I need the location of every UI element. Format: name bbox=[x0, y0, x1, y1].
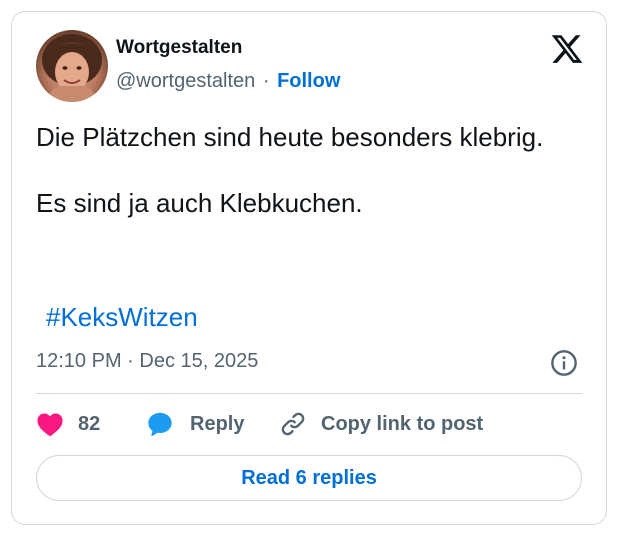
divider bbox=[36, 393, 582, 394]
avatar-photo bbox=[42, 34, 102, 102]
heart-icon bbox=[37, 413, 63, 437]
follow-link[interactable]: Follow bbox=[277, 70, 340, 92]
author-handle[interactable]: @wortgestalten bbox=[116, 70, 255, 92]
author-handle-row: @wortgestalten · Follow bbox=[116, 70, 340, 93]
author-name[interactable]: Wortgestalten bbox=[116, 37, 242, 59]
action-bar: 82 Reply Copy link to post bbox=[36, 408, 483, 440]
read-replies-label: Read 6 replies bbox=[241, 466, 377, 489]
info-icon[interactable] bbox=[550, 349, 578, 377]
reply-label: Reply bbox=[190, 412, 245, 435]
tweet-text-line-1: Die Plätzchen sind heute besonders klebr… bbox=[36, 122, 544, 152]
tweet-card: Wortgestalten @wortgestalten · Follow Di… bbox=[11, 11, 607, 525]
tweet-text: Die Plätzchen sind heute besonders klebr… bbox=[36, 121, 576, 220]
tweet-text-line-2: Es sind ja auch Klebkuchen. bbox=[36, 188, 363, 218]
handle-separator: · bbox=[262, 70, 270, 92]
hashtag-link[interactable]: #KeksWitzen bbox=[46, 302, 198, 333]
x-logo-icon[interactable] bbox=[550, 32, 584, 66]
copy-link-button[interactable]: Copy link to post bbox=[279, 410, 483, 438]
avatar[interactable] bbox=[36, 30, 108, 102]
copy-link-label: Copy link to post bbox=[321, 412, 484, 435]
read-replies-button[interactable]: Read 6 replies bbox=[36, 455, 582, 501]
speech-bubble-icon bbox=[148, 412, 172, 436]
link-icon bbox=[281, 412, 305, 436]
like-count: 82 bbox=[78, 412, 101, 435]
reply-button[interactable]: Reply bbox=[146, 410, 279, 438]
like-button[interactable]: 82 bbox=[36, 411, 146, 437]
tweet-timestamp[interactable]: 12:10 PM · Dec 15, 2025 bbox=[36, 350, 258, 373]
